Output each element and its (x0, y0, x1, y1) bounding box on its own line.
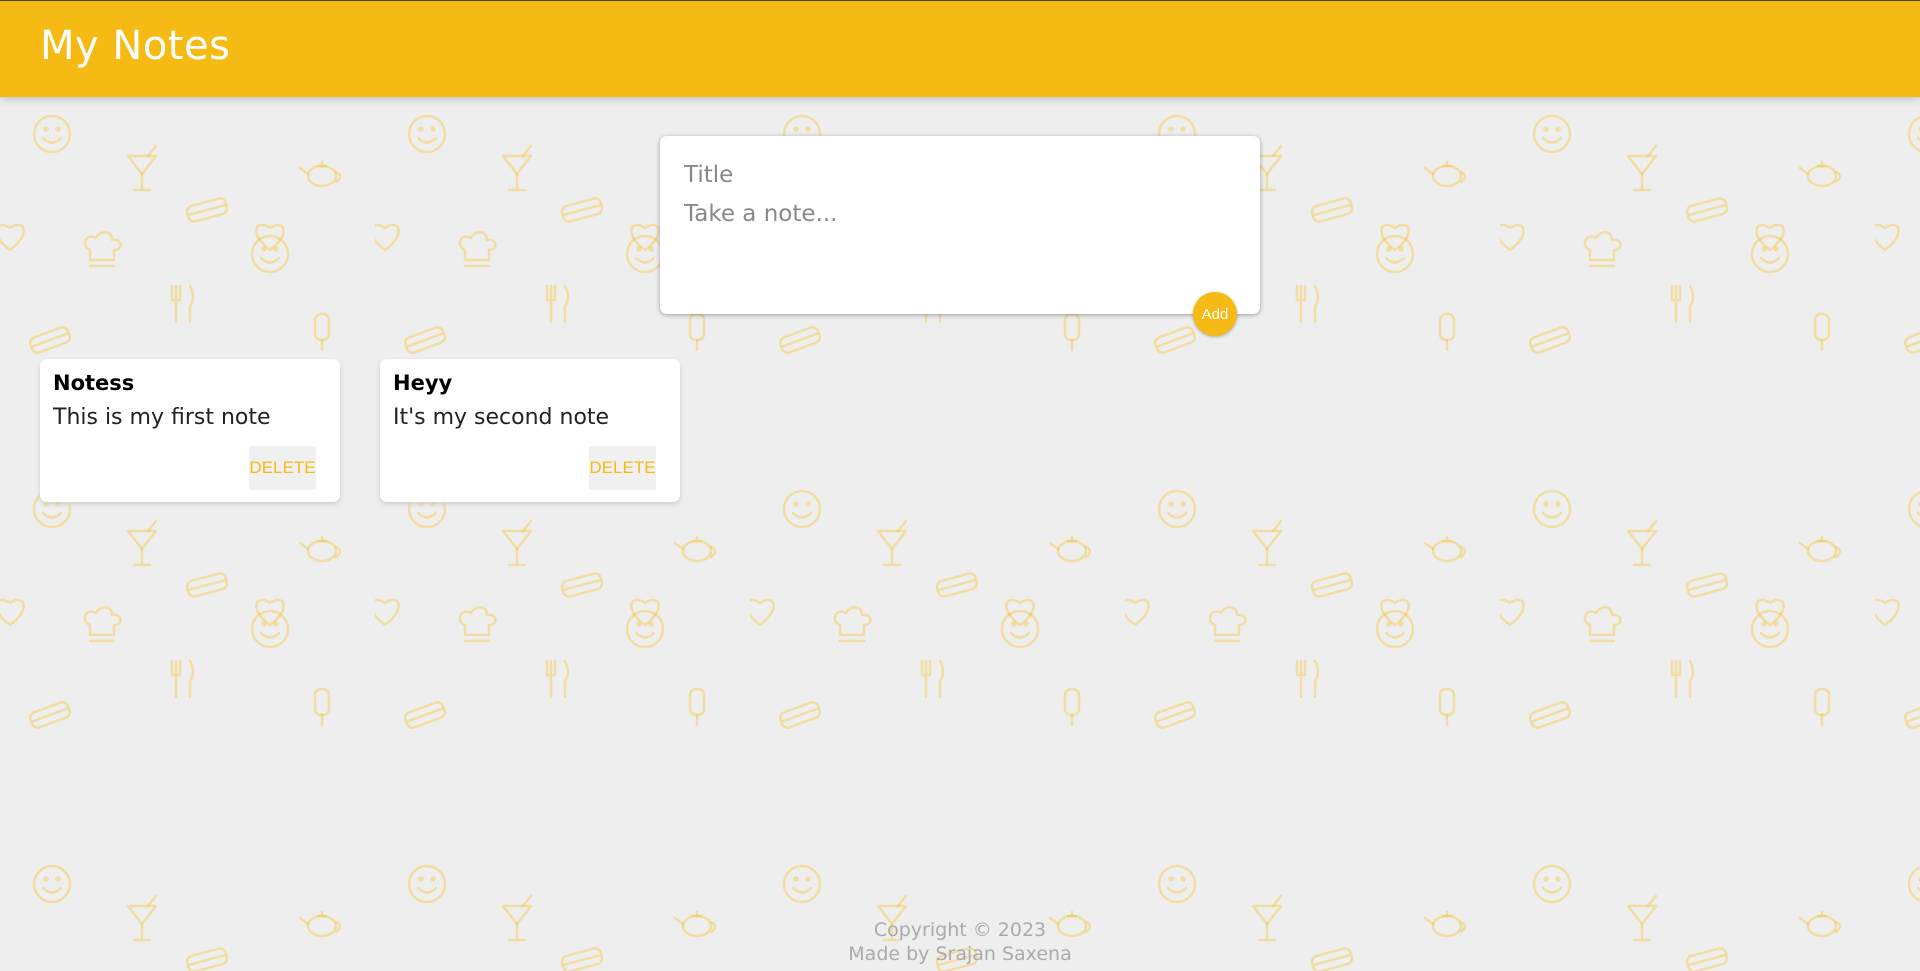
app-title: My Notes (40, 23, 231, 69)
page-footer: Copyright © 2023 Made by Srajan Saxena (0, 918, 1920, 966)
copyright-text: Copyright © 2023 (873, 919, 1047, 941)
note-title-input[interactable] (684, 158, 1234, 192)
note-content: This is my first note (53, 405, 271, 430)
note-content-input[interactable] (684, 198, 1234, 288)
note-card: Heyy It's my second note DELETE (380, 359, 680, 502)
credit-text: Made by Srajan Saxena (848, 943, 1072, 965)
add-note-button[interactable]: Add (1193, 292, 1237, 336)
note-content: It's my second note (393, 405, 610, 430)
app-header: My Notes (0, 0, 1920, 97)
note-title: Notess (53, 371, 135, 395)
delete-note-button[interactable]: DELETE (589, 446, 656, 490)
note-title: Heyy (393, 371, 453, 395)
delete-note-button[interactable]: DELETE (249, 446, 316, 490)
create-note-form (660, 136, 1260, 314)
note-card: Notess This is my first note DELETE (40, 359, 340, 502)
